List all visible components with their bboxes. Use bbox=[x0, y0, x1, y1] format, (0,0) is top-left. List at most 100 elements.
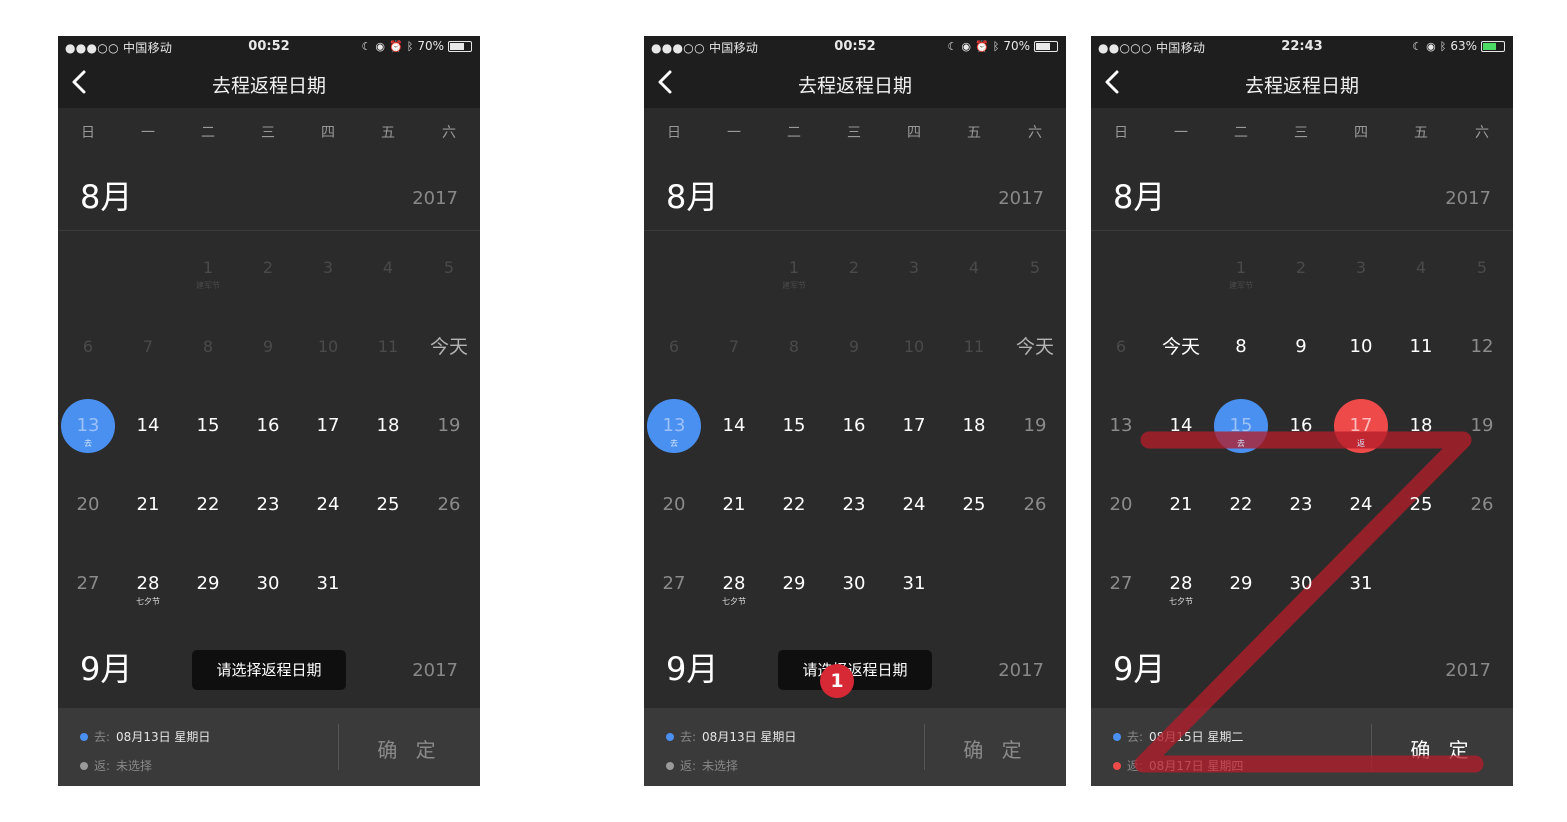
calendar-day[interactable]: 26 bbox=[1005, 468, 1065, 546]
calendar-day[interactable]: 13 去 bbox=[58, 389, 118, 467]
calendar-day[interactable]: 31 bbox=[884, 547, 944, 625]
calendar-day[interactable]: 16 bbox=[824, 389, 884, 467]
status-right: ☾ ◉ ⏰ ᛒ 70% bbox=[362, 39, 472, 53]
day-note: 七夕节 bbox=[136, 597, 160, 606]
day-number: 30 bbox=[842, 573, 866, 594]
selection-summary-bar: 去: 08月13日 星期日 返: 未选择 确 定 bbox=[58, 708, 480, 786]
day-number: 10 bbox=[903, 337, 925, 356]
calendar-day: 2 bbox=[824, 231, 884, 309]
calendar-day: 8 bbox=[764, 310, 824, 388]
calendar-day[interactable]: 今天 bbox=[419, 310, 479, 388]
calendar-day[interactable]: 18 bbox=[944, 389, 1004, 467]
calendar-day: 10 bbox=[884, 310, 944, 388]
depart-value: 08月13日 星期日 bbox=[702, 730, 797, 744]
phone-screen-3: ●●○○○ 中国移动 22:43 ☾ ◉ ᛒ 63% 去程返程日期日一二三四五六 8月 2017… bbox=[1091, 36, 1513, 786]
weekday-label: 二 bbox=[201, 125, 215, 141]
day-note: 去 bbox=[1237, 439, 1245, 448]
return-label: 返: bbox=[94, 759, 111, 773]
day-number: 19 bbox=[1023, 415, 1047, 436]
calendar-day[interactable]: 21 bbox=[704, 468, 764, 546]
day-number: 6 bbox=[82, 337, 94, 356]
day-note: 建军节 bbox=[1229, 281, 1253, 290]
status-bar: ●●●○○ 中国移动 00:52 ☾ ◉ ⏰ ᛒ 70% bbox=[58, 36, 480, 58]
return-value: 未选择 bbox=[702, 759, 739, 773]
weekday-label: 日 bbox=[81, 125, 95, 141]
calendar-day[interactable]: 29 bbox=[178, 547, 238, 625]
day-number: 17 bbox=[1349, 415, 1373, 436]
month-header-aug: 8月 2017 bbox=[58, 156, 480, 228]
calendar-day[interactable]: 28 七夕节 bbox=[704, 547, 764, 625]
page-title: 去程返程日期 bbox=[211, 75, 326, 97]
weekday-label: 一 bbox=[141, 125, 155, 141]
calendar-day[interactable]: 23 bbox=[824, 468, 884, 546]
calendar-day[interactable]: 15 bbox=[178, 389, 238, 467]
calendar-day[interactable]: 29 bbox=[764, 547, 824, 625]
calendar-day[interactable]: 30 bbox=[238, 547, 298, 625]
confirm-button[interactable]: 确 定 bbox=[339, 734, 480, 763]
selection-summary-bar: 去: 08月13日 星期日 返: 未选择 确 定 bbox=[644, 708, 1066, 786]
calendar-day[interactable]: 17 bbox=[884, 389, 944, 467]
day-number: 28 bbox=[1169, 573, 1193, 594]
calendar-day: 1 建军节 bbox=[178, 231, 238, 309]
calendar-day[interactable]: 19 bbox=[419, 389, 479, 467]
day-number: 23 bbox=[1289, 494, 1313, 515]
calendar-day[interactable]: 17 bbox=[298, 389, 358, 467]
bluetooth-icon: ᛒ bbox=[992, 39, 1000, 53]
calendar-day[interactable]: 19 bbox=[1005, 389, 1065, 467]
calendar-day[interactable]: 24 bbox=[884, 468, 944, 546]
calendar-day[interactable]: 14 bbox=[118, 389, 178, 467]
calendar-day[interactable]: 13 去 bbox=[644, 389, 704, 467]
day-number: 31 bbox=[1349, 573, 1373, 594]
calendar-day[interactable]: 22 bbox=[178, 468, 238, 546]
step-badge: 1 bbox=[820, 664, 854, 698]
depart-row: 去: 08月13日 星期日 bbox=[80, 728, 210, 745]
calendar-day[interactable]: 24 bbox=[298, 468, 358, 546]
calendar-day[interactable]: 14 bbox=[704, 389, 764, 467]
day-number: 5 bbox=[1029, 258, 1041, 277]
day-number: 18 bbox=[1409, 415, 1433, 436]
calendar-day[interactable]: 18 bbox=[358, 389, 418, 467]
weekday-label: 五 bbox=[967, 125, 981, 141]
weekday-label: 四 bbox=[907, 125, 921, 141]
day-number: 19 bbox=[1470, 415, 1494, 436]
calendar-day[interactable]: 20 bbox=[58, 468, 118, 546]
calendar-day[interactable]: 16 bbox=[238, 389, 298, 467]
calendar-day[interactable]: 22 bbox=[764, 468, 824, 546]
confirm-button[interactable]: 确 定 bbox=[925, 734, 1066, 763]
calendar-day[interactable]: 今天 bbox=[1005, 310, 1065, 388]
day-number: 26 bbox=[1470, 494, 1494, 515]
day-number: 26 bbox=[437, 494, 461, 515]
day-number: 14 bbox=[136, 415, 160, 436]
month-label: 8月 bbox=[80, 178, 133, 216]
calendar-day[interactable]: 15 bbox=[764, 389, 824, 467]
calendar-day[interactable]: 21 bbox=[118, 468, 178, 546]
day-number: 24 bbox=[1349, 494, 1373, 515]
battery-percent: 70% bbox=[417, 39, 444, 53]
calendar-day[interactable]: 23 bbox=[238, 468, 298, 546]
day-number: 29 bbox=[196, 573, 220, 594]
calendar-day[interactable]: 20 bbox=[644, 468, 704, 546]
day-number: 18 bbox=[376, 415, 400, 436]
calendar-day[interactable]: 25 bbox=[944, 468, 1004, 546]
battery-level bbox=[450, 42, 464, 50]
day-number: 13 bbox=[662, 415, 686, 436]
depart-row: 去: 08月13日 星期日 bbox=[666, 728, 796, 745]
status-right: ☾ ◉ ⏰ ᛒ 70% bbox=[948, 39, 1058, 53]
day-note: 建军节 bbox=[782, 281, 806, 290]
day-note: 去 bbox=[84, 439, 92, 448]
calendar-day[interactable]: 31 bbox=[298, 547, 358, 625]
day-number: 17 bbox=[902, 415, 926, 436]
status-bar: ●●●○○ 中国移动 00:52 ☾ ◉ ⏰ ᛒ 70% bbox=[644, 36, 1066, 58]
calendar-day[interactable]: 30 bbox=[824, 547, 884, 625]
day-number: 1 bbox=[1235, 258, 1247, 277]
day-number: 10 bbox=[317, 337, 339, 356]
alarm-icon: ⏰ bbox=[975, 39, 989, 53]
calendar-day[interactable]: 27 bbox=[58, 547, 118, 625]
day-number: 28 bbox=[722, 573, 746, 594]
day-number: 14 bbox=[1169, 415, 1193, 436]
calendar-day[interactable]: 28 七夕节 bbox=[118, 547, 178, 625]
day-number: 16 bbox=[256, 415, 280, 436]
calendar-day[interactable]: 26 bbox=[419, 468, 479, 546]
calendar-day[interactable]: 27 bbox=[644, 547, 704, 625]
calendar-day[interactable]: 25 bbox=[358, 468, 418, 546]
